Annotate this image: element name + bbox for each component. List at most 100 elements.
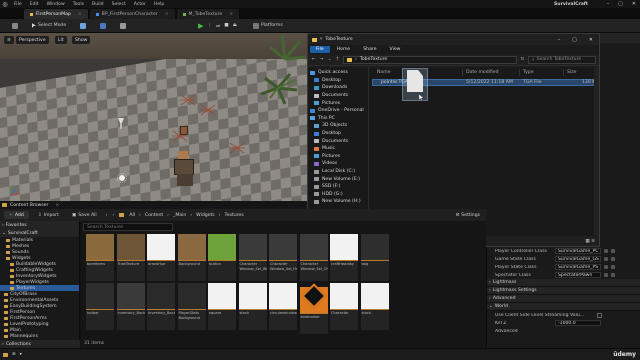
lantern-actor[interactable]: [178, 151, 188, 159]
column-divider[interactable]: [563, 69, 564, 76]
up-icon[interactable]: ↑: [335, 57, 340, 62]
asset-tile[interactable]: PlayerStats Background: [177, 283, 206, 330]
ribbon-tab-view[interactable]: View: [384, 46, 407, 53]
ribbon-tab-home[interactable]: Home: [331, 46, 357, 53]
ribbon-tab-file[interactable]: File: [310, 46, 330, 53]
class-dropdown[interactable]: SurvivalGame_GS: [555, 256, 601, 262]
lit-button[interactable]: Lit: [55, 36, 67, 44]
breadcrumb-item[interactable]: _Main: [173, 213, 186, 218]
advanced-row[interactable]: Advanced: [487, 327, 640, 335]
spider-actor[interactable]: [200, 103, 216, 117]
cmd-icon[interactable]: ▸: [20, 352, 22, 357]
outliner-panel[interactable]: [600, 33, 640, 247]
menu-item-file[interactable]: File: [10, 2, 26, 7]
nav-item[interactable]: Desktop: [308, 130, 368, 138]
save-all-button[interactable]: ▣ Save All: [68, 210, 101, 220]
browse-icon[interactable]: [604, 265, 608, 269]
maximize-icon[interactable]: ▢: [618, 1, 623, 7]
play-icon[interactable]: ▶: [198, 22, 203, 30]
nav-item[interactable]: 3D Objects: [308, 122, 368, 130]
breadcrumb-item[interactable]: All: [129, 213, 135, 218]
asset-tile[interactable]: bag: [360, 234, 389, 281]
point-light-icon[interactable]: [117, 173, 127, 183]
asset-tile[interactable]: stock: [238, 283, 267, 330]
asset-tile[interactable]: Background: [177, 234, 206, 281]
asset-tile[interactable]: circularwindow: [269, 283, 297, 330]
menu-item-select[interactable]: Select: [108, 2, 130, 7]
menu-item-tools[interactable]: Tools: [69, 2, 88, 7]
browse-icon[interactable]: [604, 273, 608, 277]
nav-item[interactable]: Videos: [308, 160, 368, 168]
back-icon[interactable]: ←: [311, 57, 316, 62]
nav-item[interactable]: Downloads: [308, 84, 368, 92]
menu-item-build[interactable]: Build: [88, 2, 108, 7]
spider-actor[interactable]: [229, 141, 245, 155]
asset-tile[interactable]: bomItems: [86, 234, 114, 281]
history-back-icon[interactable]: ‹: [106, 213, 108, 218]
browse-icon[interactable]: [604, 257, 608, 261]
spider-actor[interactable]: [180, 93, 196, 107]
explorer-scrollbar[interactable]: [594, 67, 599, 237]
minimize-icon[interactable]: –: [558, 37, 561, 43]
checkbox[interactable]: [597, 312, 602, 318]
spotlight-icon[interactable]: [115, 115, 127, 131]
nav-item[interactable]: OneDrive - Personal: [308, 107, 368, 115]
content-drawer-icon[interactable]: [3, 352, 8, 357]
explorer-titlebar[interactable]: ▾ TobeTexture – ▢ ✕: [308, 34, 599, 45]
add-actor-icon[interactable]: [76, 21, 90, 31]
use-selected-icon[interactable]: [611, 249, 615, 253]
section-lightmass[interactable]: › Lightmass: [487, 279, 640, 287]
viewport-options-icon[interactable]: ≡: [4, 36, 14, 44]
recent-icon[interactable]: ⌄: [327, 57, 332, 62]
nav-item[interactable]: This PC: [308, 115, 368, 123]
use-selected-icon[interactable]: [611, 257, 615, 261]
browse-icon[interactable]: [604, 249, 608, 253]
column-date[interactable]: Date modified: [466, 70, 499, 75]
settings-icon[interactable]: ⚙ Settings: [456, 213, 486, 218]
breadcrumb-item[interactable]: Widgets: [196, 213, 215, 218]
quick-access-toolbar-icon[interactable]: ▾: [320, 37, 322, 42]
close-tab-icon[interactable]: ×: [229, 12, 233, 17]
nav-item[interactable]: SSD (F:): [308, 183, 368, 191]
blueprint-menu-icon[interactable]: [96, 21, 110, 31]
nav-item[interactable]: Local Disk (C:): [308, 168, 368, 176]
refresh-icon[interactable]: ↻: [520, 57, 525, 62]
explorer-search-input[interactable]: ⌕ Search TobeTexture: [528, 55, 596, 64]
section-advanced[interactable]: › Advanced: [487, 295, 640, 303]
add-button[interactable]: + Add: [4, 211, 29, 219]
close-tab-icon[interactable]: ×: [165, 12, 169, 17]
asset-tile[interactable]: Character Window_Sel_Heads: [269, 234, 297, 281]
close-tab-icon[interactable]: ×: [78, 12, 82, 17]
column-divider[interactable]: [462, 69, 463, 76]
maximize-icon[interactable]: ▢: [572, 37, 577, 43]
cinematics-icon[interactable]: [116, 21, 130, 31]
minimize-icon[interactable]: –: [607, 1, 610, 7]
collections-header[interactable]: › Collections: [0, 340, 80, 348]
class-dropdown[interactable]: SpectatorPawn: [555, 272, 601, 278]
level-viewport[interactable]: ≡ Perspective Lit Show: [0, 33, 307, 201]
close-tab-icon[interactable]: ×: [55, 203, 59, 208]
column-divider[interactable]: [519, 69, 520, 76]
ribbon-tab-share[interactable]: Share: [357, 46, 382, 53]
asset-tile[interactable]: Inventory_Background: [116, 283, 145, 330]
eject-icon[interactable]: ⏏: [233, 23, 237, 28]
asset-search-input[interactable]: Search Textures: [83, 223, 173, 231]
asset-tile[interactable]: Character Window_Sel_Warps: [238, 234, 267, 281]
nav-item[interactable]: Music: [308, 145, 368, 153]
nav-item[interactable]: New Volume (H:): [308, 198, 368, 206]
asset-tile[interactable]: TriakTexture: [116, 234, 145, 281]
import-button[interactable]: ⇩ Import: [34, 210, 63, 220]
menu-item-window[interactable]: Window: [43, 2, 69, 7]
asset-tile[interactable]: Character Window_Sel_Chest: [299, 234, 328, 281]
unreal-logo-icon[interactable]: ◎: [0, 0, 10, 8]
history-forward-icon[interactable]: ›: [113, 213, 115, 218]
asset-tile[interactable]: slotmarker: [299, 283, 328, 334]
stop-icon[interactable]: ■: [224, 23, 228, 28]
tab-bp-firstpersoncharacter[interactable]: BP_FirstPersonCharacter ×: [89, 9, 175, 19]
crate-actor[interactable]: [180, 126, 188, 135]
tab-m-tobetexture[interactable]: M_TobeTexture ×: [176, 9, 240, 19]
class-dropdown[interactable]: SurvivalGame_PS: [555, 264, 601, 270]
asset-tile[interactable]: stock: [360, 283, 389, 330]
close-icon[interactable]: ✕: [632, 1, 636, 7]
section-lightmass-settings[interactable]: › Lightmass Settings: [487, 287, 640, 295]
